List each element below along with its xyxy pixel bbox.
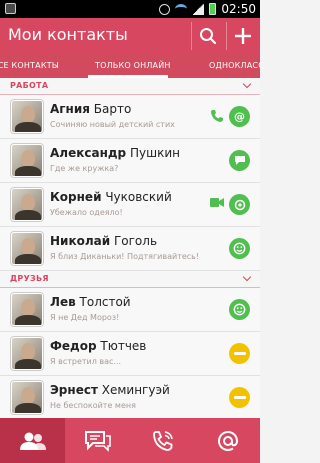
nav-calls[interactable] (130, 418, 195, 463)
nav-chats[interactable] (65, 418, 130, 463)
phone-icon[interactable] (210, 109, 224, 123)
contact-name: Лев Толстой (50, 295, 131, 309)
smile-icon[interactable] (229, 299, 250, 320)
contact-row[interactable]: Лев Толстой Я не Дед Мороз! (0, 288, 260, 332)
contact-row[interactable]: Николай Гоголь Я близ Диканьки! Подтягив… (0, 227, 260, 271)
nav-contacts[interactable] (0, 418, 65, 463)
contact-status: Я близ Диканьки! Подтягивайтесь! (50, 252, 200, 261)
contacts-icon (19, 432, 46, 450)
contact-row[interactable]: Федор Тютчев Я встретил вас... (0, 332, 260, 376)
avatar (11, 144, 43, 177)
search-icon (200, 28, 217, 45)
search-button[interactable] (191, 18, 225, 54)
battery-icon (209, 3, 217, 15)
page-title: Мои контакты (8, 25, 128, 44)
nav-mentions[interactable] (195, 418, 260, 463)
contact-row[interactable]: Александр Пушкин Где же кружка? (0, 139, 260, 183)
video-icon[interactable] (210, 197, 224, 208)
contact-name: Федор Тютчев (50, 339, 147, 353)
contact-name: Эрнест Хемингуэй (50, 383, 170, 397)
section-header-work[interactable]: РАБОТА (0, 78, 260, 95)
contact-status: Сочиняю новый детский стих (50, 120, 175, 129)
smile-icon[interactable] (229, 238, 250, 259)
contact-row[interactable]: Агния Барто Сочиняю новый детский стих @ (0, 95, 260, 139)
status-bar: 02:50 (0, 0, 260, 18)
signal-icon (192, 3, 205, 15)
chevron-down-icon (242, 79, 252, 89)
section-label: РАБОТА (10, 81, 49, 90)
at-icon[interactable]: @ (229, 106, 250, 127)
chevron-down-icon (242, 272, 252, 282)
contact-row[interactable]: Эрнест Хемингуэй Не беспокойте меня (0, 376, 260, 418)
section-header-friends[interactable]: ДРУЗЬЯ (0, 271, 260, 288)
action-bar: Мои контакты (0, 18, 260, 54)
contact-name: Агния Барто (50, 102, 132, 116)
tab-classmates[interactable]: ОДНОКЛАСС (209, 61, 264, 70)
contact-name: Николай Гоголь (50, 234, 158, 248)
minus-icon[interactable] (229, 343, 250, 364)
contact-status: Где же кружка? (50, 164, 119, 173)
avatar (11, 337, 43, 370)
chat-icon[interactable] (229, 150, 250, 171)
calls-icon (152, 430, 173, 451)
tab-online-only[interactable]: ТОЛЬКО ОНЛАЙН (95, 61, 171, 70)
contact-status: Я встретил вас... (50, 357, 122, 366)
status-icons: 02:50 (159, 1, 256, 17)
contact-status: Убежало одеяло! (50, 208, 123, 217)
avatar (11, 381, 43, 414)
tab-all-contacts[interactable]: ВСЕ КОНТАКТЫ (0, 61, 59, 70)
add-contact-button[interactable] (226, 18, 260, 54)
alarm-icon (159, 3, 171, 15)
contact-status: Я не Дед Мороз! (50, 313, 120, 322)
avatar (11, 232, 43, 265)
avatar (11, 100, 43, 133)
bottom-nav (0, 418, 260, 463)
wifi-icon (175, 4, 188, 14)
section-label: ДРУЗЬЯ (10, 274, 49, 283)
minus-icon[interactable] (229, 387, 250, 408)
avatar (11, 188, 43, 221)
contact-name: Корней Чуковский (50, 190, 172, 204)
clock: 02:50 (221, 2, 256, 16)
chats-icon (84, 430, 111, 452)
contact-row[interactable]: Корней Чуковский Убежало одеяло! (0, 183, 260, 227)
tab-strip: ВСЕ КОНТАКТЫ ТОЛЬКО ОНЛАЙН ОДНОКЛАСС (0, 54, 264, 78)
avatar (11, 293, 43, 326)
contact-name: Александр Пушкин (50, 146, 180, 160)
notification-icon (5, 3, 16, 14)
contact-status: Не беспокойте меня (50, 401, 136, 410)
plus-icon (235, 28, 251, 44)
whatsapp-icon[interactable] (229, 194, 250, 215)
contact-list[interactable]: РАБОТА Агния Барто Сочиняю новый детский… (0, 78, 260, 418)
at-icon (217, 430, 238, 451)
